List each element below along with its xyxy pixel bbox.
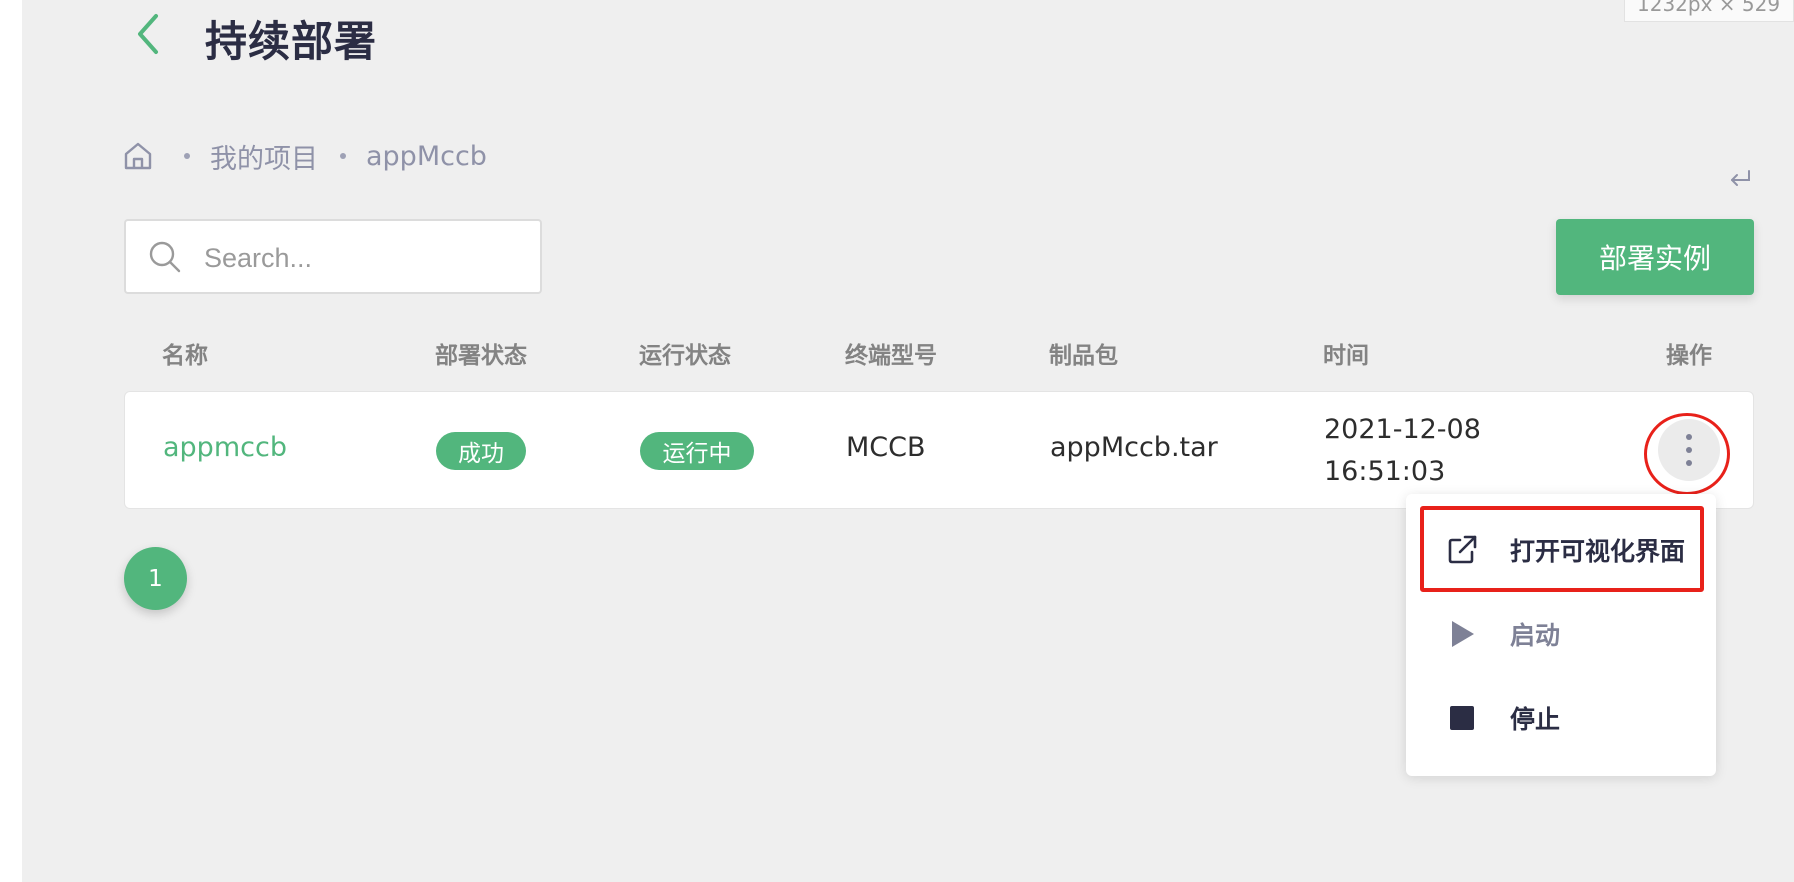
breadcrumb: 我的项目 appMccb — [122, 137, 487, 176]
actions-dropdown-menu: 打开可视化界面 启动 停止 — [1406, 494, 1716, 776]
column-header-run-status: 运行状态 — [639, 343, 731, 369]
more-dot — [1686, 447, 1692, 453]
run-status-badge: 运行中 — [640, 432, 754, 470]
table-row: appmccb 成功 运行中 MCCB appMccb.tar 2021-12-… — [124, 391, 1754, 509]
menu-item-label: 停止 — [1510, 705, 1561, 734]
menu-item-stop[interactable]: 停止 — [1406, 683, 1716, 753]
search-box — [124, 219, 542, 294]
column-header-artifact: 制品包 — [1049, 343, 1118, 369]
time-cell: 2021-12-08 16:51:03 — [1324, 409, 1481, 493]
breadcrumb-separator — [340, 153, 346, 159]
column-header-deploy-status: 部署状态 — [435, 343, 527, 369]
pagination-page-1[interactable]: 1 — [124, 547, 187, 610]
dimension-tooltip: 1232px × 529 — [1624, 0, 1794, 22]
breadcrumb-separator — [184, 153, 190, 159]
column-header-actions: 操作 — [1666, 343, 1712, 369]
breadcrumb-current: appMccb — [366, 140, 487, 172]
search-input[interactable] — [202, 233, 526, 283]
time-cell-date: 2021-12-08 — [1324, 414, 1481, 445]
chevron-left-icon[interactable] — [134, 12, 162, 56]
deploy-status-badge: 成功 — [436, 432, 526, 470]
column-header-terminal-model: 终端型号 — [845, 343, 937, 369]
artifact-cell: appMccb.tar — [1050, 432, 1218, 463]
menu-item-label: 打开可视化界面 — [1510, 537, 1686, 566]
home-icon[interactable] — [122, 140, 154, 172]
play-icon — [1452, 621, 1474, 647]
external-link-icon — [1448, 535, 1477, 564]
instance-name-link[interactable]: appmccb — [163, 432, 287, 463]
search-icon — [149, 241, 181, 273]
page-title: 持续部署 — [205, 17, 378, 66]
menu-item-start[interactable]: 启动 — [1406, 599, 1716, 669]
stop-icon — [1450, 706, 1474, 730]
menu-item-open-visual-ui[interactable]: 打开可视化界面 — [1406, 515, 1716, 585]
enter-return-icon — [1731, 170, 1750, 186]
app-root: 持续部署 我的项目 appMccb 部署实例 名称 部署状态 运行状态 终端型号… — [22, 0, 1794, 882]
breadcrumb-my-projects[interactable]: 我的项目 — [210, 137, 318, 176]
table-header: 名称 部署状态 运行状态 终端型号 制品包 时间 操作 — [124, 336, 1754, 376]
time-cell-time: 16:51:03 — [1324, 456, 1446, 487]
deploy-instance-button[interactable]: 部署实例 — [1556, 219, 1754, 295]
column-header-time: 时间 — [1323, 343, 1369, 369]
menu-item-label: 启动 — [1510, 621, 1561, 650]
more-vertical-icon[interactable] — [1658, 419, 1720, 481]
more-dot — [1686, 434, 1692, 440]
column-header-name: 名称 — [162, 343, 208, 369]
terminal-model-cell: MCCB — [846, 432, 926, 463]
more-dot — [1686, 460, 1692, 466]
